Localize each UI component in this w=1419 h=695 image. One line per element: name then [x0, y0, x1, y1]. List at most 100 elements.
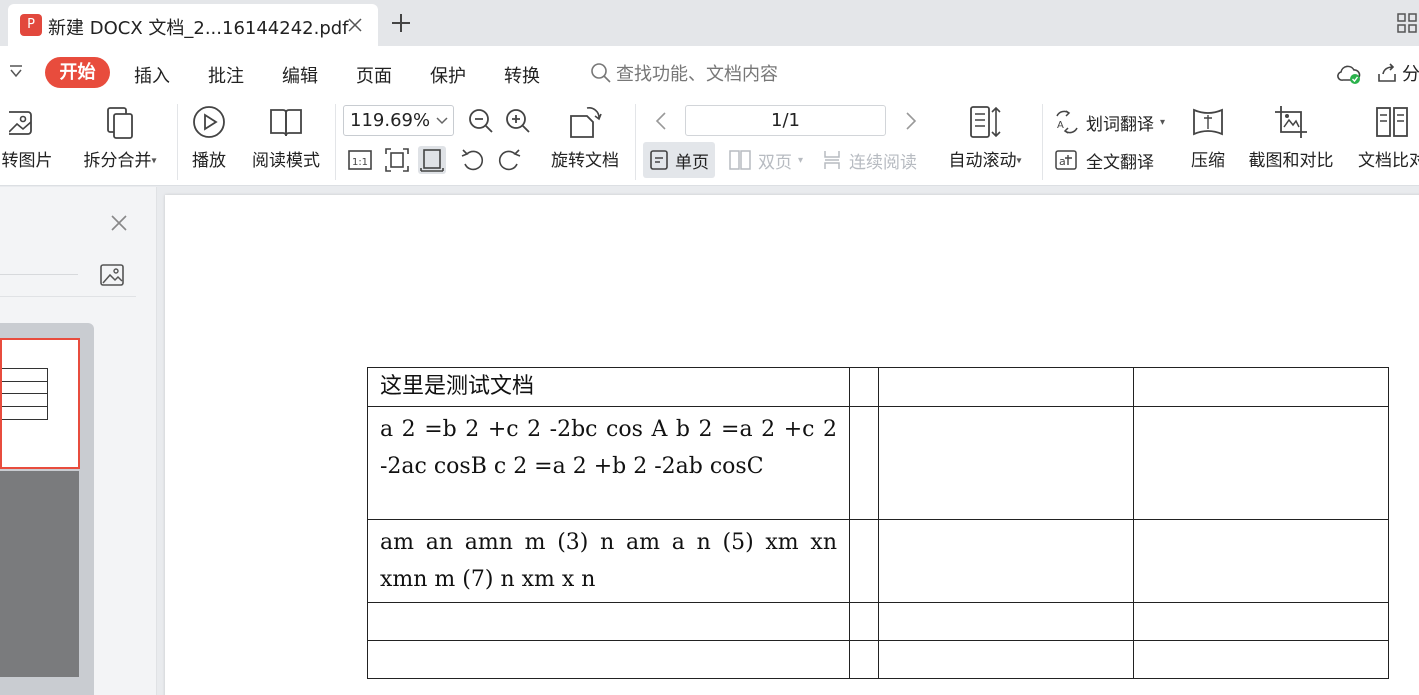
zoom-out-icon[interactable]: [467, 107, 495, 135]
auto-scroll-icon: [967, 104, 1003, 140]
document-tab[interactable]: P 新建 DOCX 文档_2...16144242.pdf: [8, 4, 378, 46]
compress-button[interactable]: 压缩: [1188, 104, 1228, 171]
thumbnail-shadow: [0, 471, 79, 677]
split-merge-label: 拆分合并: [83, 151, 152, 171]
double-page-label: 双页: [758, 152, 792, 173]
document-canvas[interactable]: 这里是测试文档 a 2 =b 2 +c 2 -2bc cos A b 2 =a …: [157, 187, 1419, 695]
actual-size-icon[interactable]: 1:1: [346, 146, 374, 174]
tab-title: 新建 DOCX 文档_2...16144242.pdf: [48, 18, 349, 39]
page-thumbnail[interactable]: [0, 338, 80, 469]
table-row: a 2 =b 2 +c 2 -2bc cos A b 2 =a 2 +c 2 -…: [367, 406, 1389, 520]
full-translate-label: 全文翻译: [1086, 152, 1154, 173]
table-cell: [849, 367, 879, 407]
toolbar-divider: [335, 104, 336, 180]
single-page-button[interactable]: 单页: [643, 142, 715, 178]
fit-page-icon[interactable]: [383, 146, 411, 174]
to-image-button[interactable]: 转图片: [0, 104, 62, 171]
split-merge-button[interactable]: 拆分合并▾: [76, 104, 164, 171]
book-icon: [268, 104, 304, 140]
screenshot-icon: [1273, 104, 1309, 140]
rotate-left-icon[interactable]: [459, 146, 487, 174]
caret-down-icon: ▾: [1016, 155, 1022, 167]
grid-view-icon[interactable]: [1396, 12, 1418, 34]
menu-tab-page[interactable]: 页面: [356, 62, 392, 88]
table-row: [367, 640, 1389, 679]
pdf-file-icon: P: [20, 14, 42, 36]
table-cell: [849, 519, 879, 603]
table-row: 这里是测试文档: [367, 367, 1389, 407]
table-cell: [1133, 519, 1389, 603]
auto-scroll-label: 自动滚动: [948, 151, 1017, 171]
table-cell: [878, 406, 1134, 520]
screenshot-compare-label: 截图和对比: [1248, 151, 1334, 171]
table-cell: [849, 406, 879, 520]
double-page-button[interactable]: 双页 ▾: [722, 142, 809, 178]
zoom-value: 119.69%: [350, 110, 431, 131]
share-icon: [1376, 62, 1398, 84]
table-cell: 这里是测试文档: [367, 367, 850, 407]
split-merge-icon: [102, 104, 138, 140]
search-input[interactable]: 查找功能、文档内容: [590, 60, 778, 86]
table-cell: [1133, 640, 1389, 679]
next-page-icon[interactable]: [901, 109, 921, 133]
search-placeholder: 查找功能、文档内容: [616, 64, 778, 85]
word-translate-button[interactable]: A 划词翻译 ▾: [1054, 108, 1165, 136]
menu-tab-edit[interactable]: 编辑: [282, 62, 318, 88]
tab-bar: P 新建 DOCX 文档_2...16144242.pdf: [0, 0, 1419, 46]
cloud-sync-icon[interactable]: [1336, 63, 1362, 85]
image-thumbnail-icon[interactable]: [99, 263, 125, 287]
full-translate-icon: a: [1054, 148, 1080, 172]
menu-tab-start[interactable]: 开始: [45, 57, 110, 88]
pdf-page: 这里是测试文档 a 2 =b 2 +c 2 -2bc cos A b 2 =a …: [165, 195, 1419, 695]
zoom-in-icon[interactable]: [504, 107, 532, 135]
menu-bar: 开始 插入 批注 编辑 页面 保护 转换 查找功能、文档内容 分: [0, 46, 1419, 98]
continuous-read-icon: [821, 149, 843, 171]
compress-label: 压缩: [1191, 151, 1225, 171]
rotate-right-icon[interactable]: [495, 146, 523, 174]
chevron-down-icon[interactable]: [8, 64, 24, 80]
close-panel-icon[interactable]: [109, 213, 129, 233]
close-icon[interactable]: [344, 14, 366, 36]
menu-tab-insert[interactable]: 插入: [134, 62, 170, 88]
rotate-document-icon: [567, 104, 603, 140]
new-tab-plus-icon[interactable]: [390, 12, 412, 34]
previous-page-icon[interactable]: [651, 109, 671, 133]
document-compare-icon: [1374, 104, 1410, 140]
share-button[interactable]: 分: [1376, 60, 1419, 86]
continuous-read-button[interactable]: 连续阅读: [815, 142, 923, 178]
single-page-label: 单页: [675, 152, 709, 173]
table-cell: a 2 =b 2 +c 2 -2bc cos A b 2 =a 2 +c 2 -…: [367, 406, 850, 520]
play-icon: [191, 104, 227, 140]
fit-width-icon[interactable]: [418, 146, 446, 174]
caret-down-icon: ▾: [151, 155, 157, 167]
play-button[interactable]: 播放: [186, 104, 232, 171]
table-row: am an amn m (3) n am a n (5) xm xn xmn m…: [367, 519, 1389, 603]
chevron-down-icon: [435, 115, 449, 127]
rotate-document-label: 旋转文档: [551, 151, 619, 171]
play-label: 播放: [192, 151, 226, 171]
svg-text:1:1: 1:1: [352, 157, 368, 168]
table-cell: [878, 602, 1134, 641]
caret-down-icon: ▾: [1160, 116, 1166, 128]
zoom-select[interactable]: 119.69%: [343, 105, 454, 136]
menu-tab-protect[interactable]: 保护: [430, 62, 466, 88]
document-compare-button[interactable]: 文档比对: [1354, 104, 1419, 171]
search-icon: [590, 62, 612, 84]
rotate-document-button[interactable]: 旋转文档: [547, 104, 623, 171]
read-mode-button[interactable]: 阅读模式: [248, 104, 324, 171]
svg-text:a: a: [1059, 155, 1066, 168]
menu-tab-comment[interactable]: 批注: [208, 62, 244, 88]
panel-rule: [0, 296, 136, 297]
page-number-input[interactable]: 1/1: [685, 105, 886, 136]
image-icon: [9, 104, 45, 140]
menu-tab-convert[interactable]: 转换: [504, 62, 540, 88]
compress-icon: [1190, 104, 1226, 140]
table-cell: am an amn m (3) n am a n (5) xm xn xmn m…: [367, 519, 850, 603]
full-translate-button[interactable]: a 全文翻译: [1054, 146, 1154, 174]
auto-scroll-button[interactable]: 自动滚动▾: [940, 104, 1030, 171]
document-compare-label: 文档比对: [1358, 151, 1419, 171]
document-table: 这里是测试文档 a 2 =b 2 +c 2 -2bc cos A b 2 =a …: [367, 367, 1389, 679]
table-cell: [849, 602, 879, 641]
screenshot-compare-button[interactable]: 截图和对比: [1244, 104, 1338, 171]
toolbar-divider: [177, 104, 178, 180]
